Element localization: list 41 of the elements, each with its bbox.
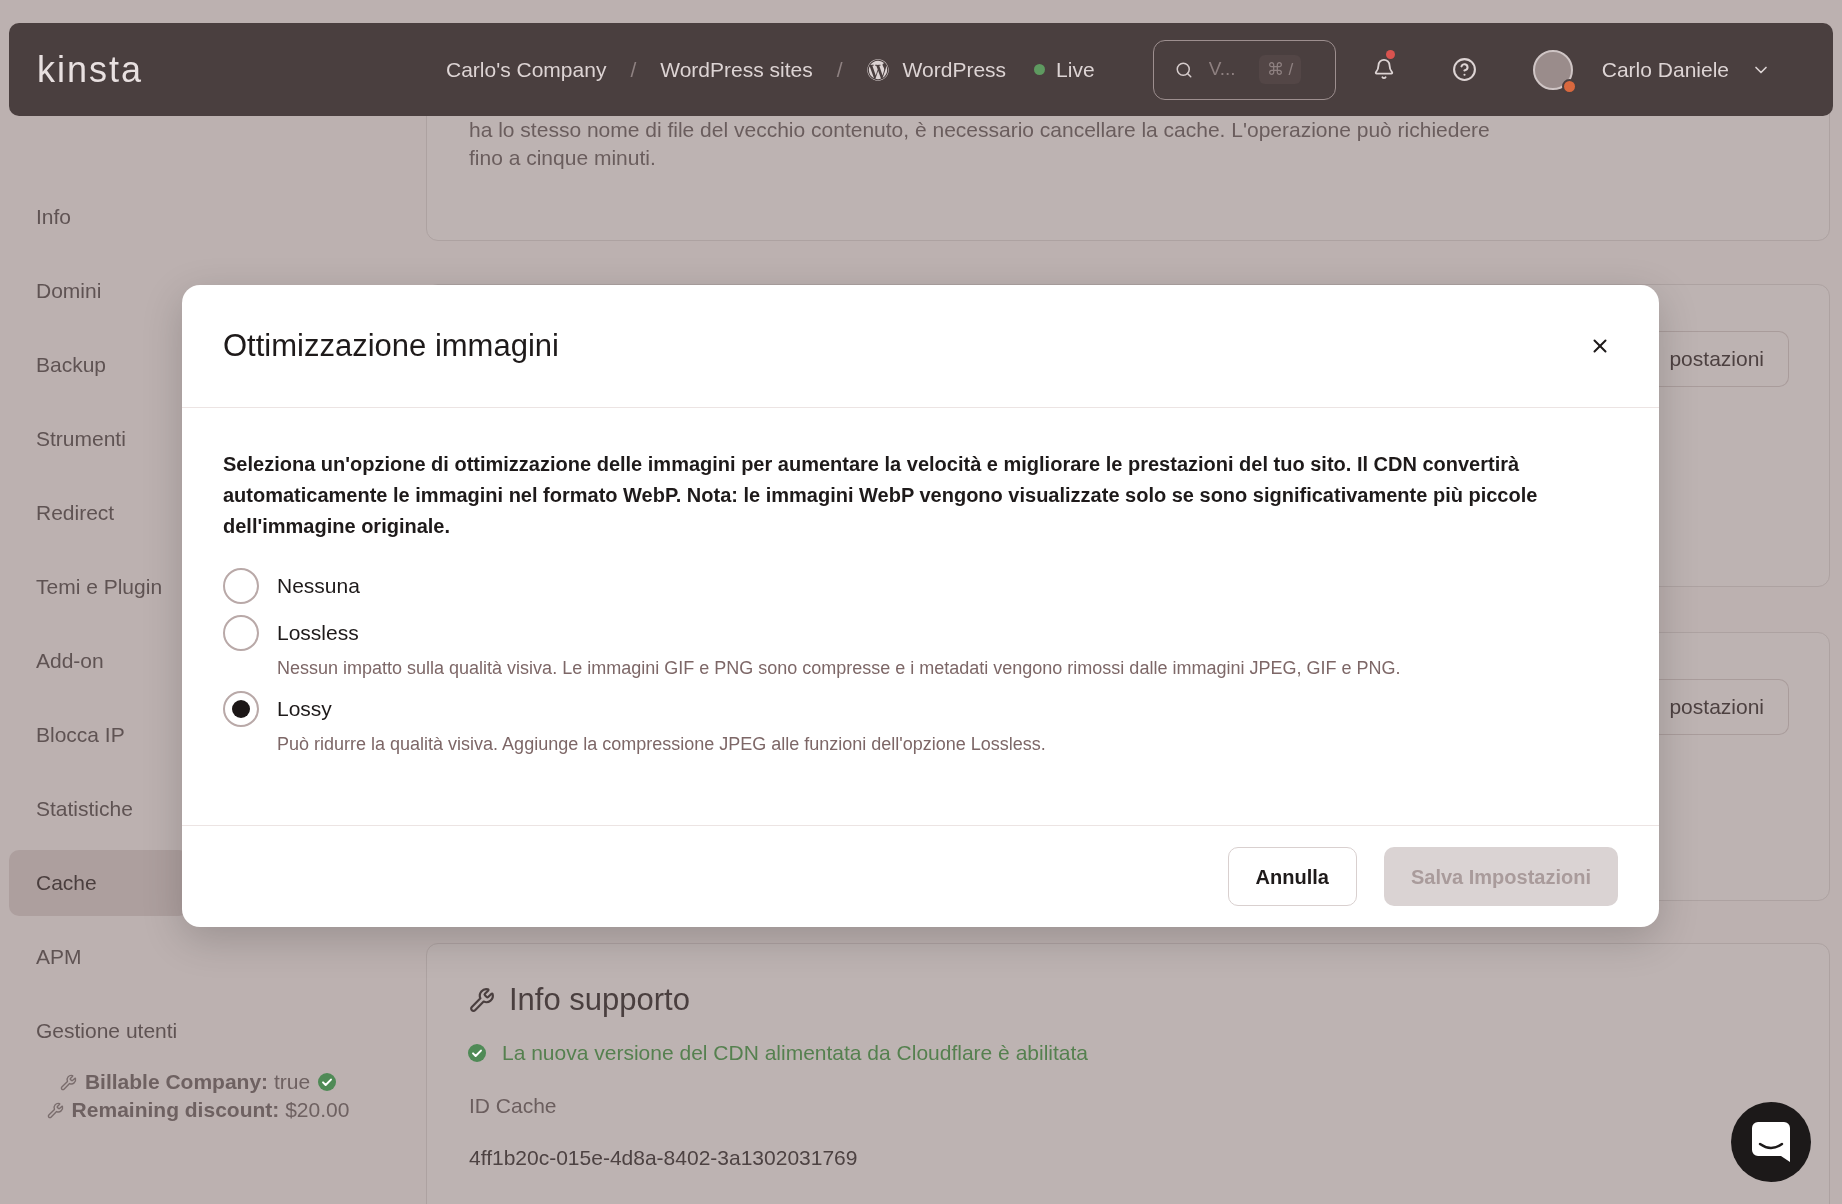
breadcrumb-link[interactable]: WordPress [866,53,1007,86]
meta-text: Remaining discount: $20.00 [71,1097,350,1124]
breadcrumb-separator: / [836,56,843,83]
search-field[interactable]: V... ⌘ / [1152,39,1336,100]
breadcrumb-link[interactable]: WordPress sites [660,53,813,86]
notice-text: ha lo stesso nome di file del vecchio contenuto, è necessario cancellare la cache. L'operazione può richiedere fino a cinque minuti. [469,117,1491,171]
sidebar-item[interactable]: APM [9,924,189,990]
user-name[interactable]: Carlo Daniele [1601,53,1729,86]
option-label: Lossless [277,620,359,647]
sidebar-item[interactable]: Info [9,184,189,250]
radio-button[interactable] [223,615,259,651]
w-logo-icon [866,58,889,81]
option-label: Nessuna [277,573,360,600]
field-value: 4ff1b20c-015e-4d8a-8402-3a1302031769 [469,1145,858,1171]
radio-button[interactable] [223,568,259,604]
avatar-placeholder[interactable] [1532,49,1573,90]
radio-button[interactable] [223,691,259,727]
cdn-status-text: La nuova versione del CDN alimentata da Cloudflare è abilitata [502,1040,1088,1067]
field-label: ID Cache [469,1093,557,1119]
logo[interactable]: kinsta [37,51,144,88]
section-title: Info supporto [509,980,690,1019]
breadcrumb-link[interactable]: Carlo's Company [446,53,607,86]
modal-description: Seleziona un'opzione di ottimizzazione delle immagini per aumentare la velocità e migliorare le prestazioni del tuo sito. Il CDN convertirà automaticamente le immagini nel formato WebP. Nota: le immagini WebP vengono visualizzate solo se sono significativamente più piccole dell'immagine originale. [223,452,1539,539]
cancel-button[interactable]: Annulla [1227,847,1357,906]
modal-title: Ottimizzazione immagini [223,326,559,365]
option-description: Nessun impatto sulla qualità visiva. Le immagini GIF e PNG sono compresse e i metadati vengono rimossi dalle immagini JPEG, GIF e PNG. [277,657,1401,680]
option-label: Lossy [277,696,332,723]
breadcrumb-separator: / [630,56,637,83]
sidebar-item[interactable]: Gestione utenti [9,998,189,1064]
search-icon [1174,60,1193,79]
wrench-icon [59,1073,77,1091]
meta-text: Billable Company: true [84,1069,311,1096]
chat-icon [1752,1122,1790,1162]
shortcut-hint: ⌘ / [1258,54,1302,85]
help-icon[interactable] [1451,57,1477,82]
option-description: Può ridurre la qualità visiva. Aggiunge la compressione JPEG alle funzioni dell'opzione Lossless. [277,733,1046,756]
wrench-icon [469,987,495,1013]
bell-icon[interactable] [1372,57,1395,80]
status-label: Live [1056,56,1095,83]
search-input[interactable]: V... [1208,55,1253,84]
wrench-icon [46,1101,64,1119]
